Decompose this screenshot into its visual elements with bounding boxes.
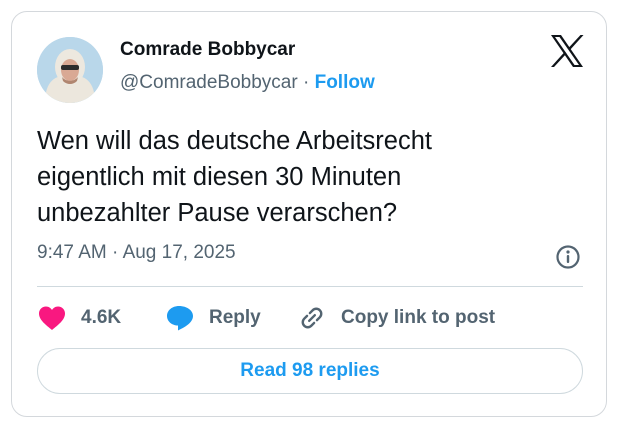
link-icon [301, 307, 323, 329]
tweet-card: Comrade Bobbycar @ComradeBobbycar · Foll… [11, 11, 607, 417]
info-icon[interactable] [555, 244, 581, 270]
follow-link[interactable]: Follow [315, 72, 375, 93]
timestamp-separator: · [112, 242, 119, 263]
avatar-image [37, 37, 103, 103]
divider [37, 286, 583, 287]
heart-icon [39, 306, 65, 330]
author-handle-row: @ComradeBobbycar · Follow [120, 72, 375, 94]
author-handle[interactable]: @ComradeBobbycar [120, 72, 298, 93]
tweet-time: 9:47 AM [37, 242, 107, 263]
copy-link-label: Copy link to post [341, 307, 496, 328]
like-count: 4.6K [81, 307, 122, 328]
reply-button[interactable]: Reply [165, 300, 261, 336]
like-button[interactable]: 4.6K [37, 300, 121, 336]
tweet-text: Wen will das deutsche Arbeitsrecht eigen… [37, 127, 432, 227]
reply-label: Reply [209, 307, 261, 328]
tweet-date: Aug 17, 2025 [122, 242, 236, 263]
author-display-name[interactable]: Comrade Bobbycar [120, 39, 295, 61]
reply-bubble-icon [167, 306, 193, 331]
tweet-timestamp[interactable]: 9:47 AM · Aug 17, 2025 [37, 242, 236, 264]
handle-separator: · [302, 72, 310, 93]
avatar[interactable] [37, 37, 103, 103]
read-replies-label: Read 98 replies [240, 360, 380, 381]
x-logo-icon[interactable] [549, 34, 585, 68]
read-replies-button[interactable]: Read 98 replies [37, 348, 583, 394]
copy-link-button[interactable]: Copy link to post [297, 300, 495, 336]
